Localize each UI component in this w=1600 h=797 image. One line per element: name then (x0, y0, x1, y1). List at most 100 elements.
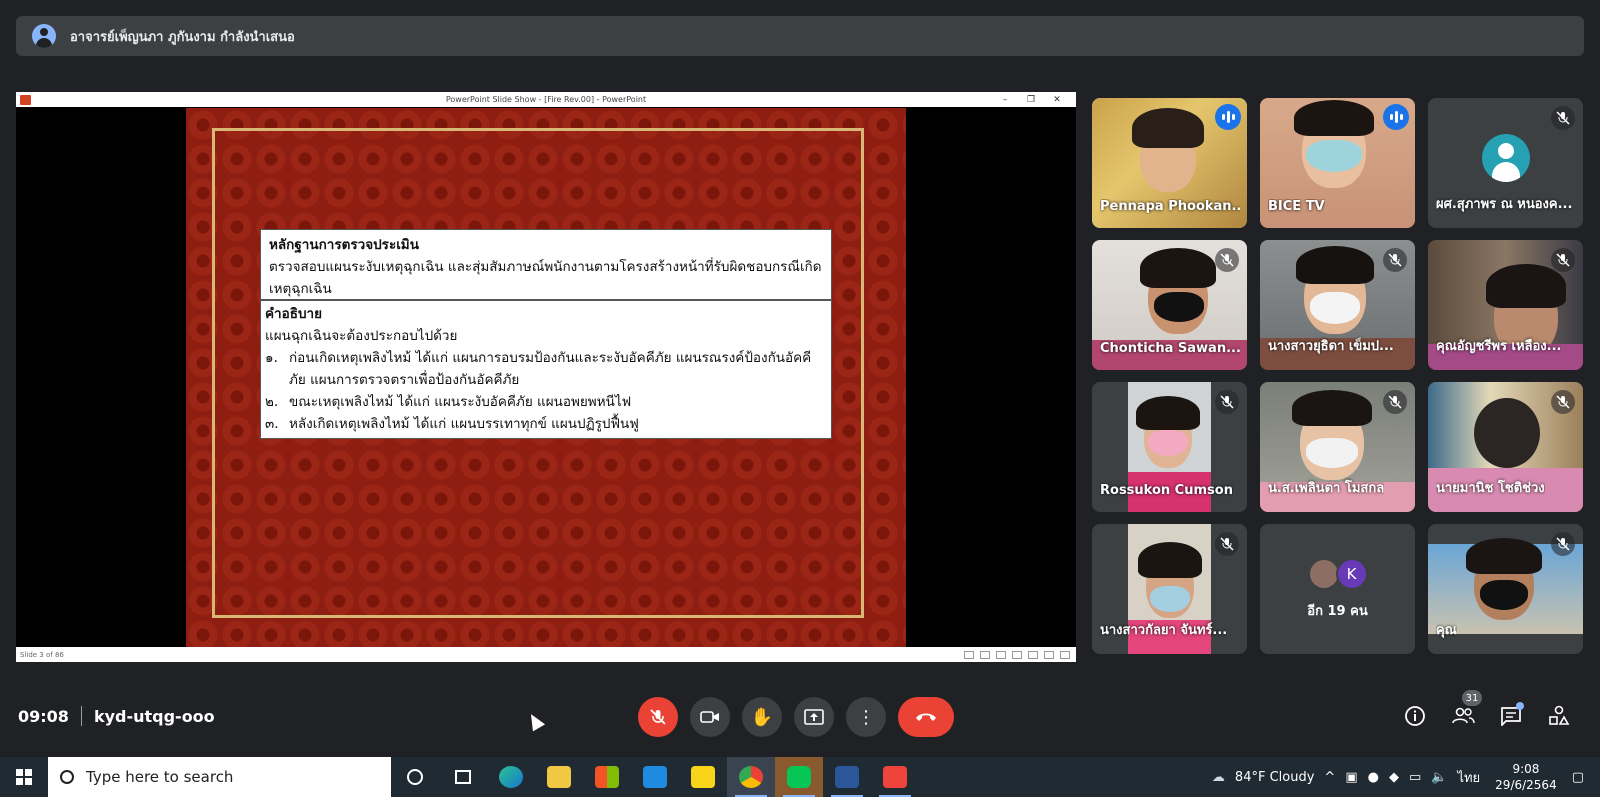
more-options-button[interactable]: ⋮ (846, 697, 886, 737)
mail-app[interactable] (631, 757, 679, 797)
participant-name: ผศ.สุภาพร ณ หนองค... (1436, 197, 1573, 212)
activities-icon (1549, 705, 1570, 725)
network-icon[interactable]: ▭ (1409, 770, 1421, 785)
chrome-app[interactable] (727, 757, 775, 797)
camera-toggle-button[interactable] (690, 697, 730, 737)
tray-app-icon[interactable]: ▣ (1345, 770, 1357, 785)
people-count-badge: 31 (1462, 690, 1482, 706)
people-button[interactable] (1449, 702, 1477, 730)
slide-text-explanation: แผนฉุกเฉินจะต้องประกอบไปด้วย (265, 328, 458, 344)
ppt-status-bar: Slide 3 of 86 (16, 647, 1076, 662)
minimize-icon[interactable]: – (992, 95, 1018, 105)
divider (80, 706, 82, 726)
taskbar-search-box[interactable]: Type here to search (48, 757, 391, 797)
folder-icon (547, 766, 571, 788)
normal-view-icon[interactable] (1012, 650, 1022, 659)
task-view-button[interactable] (439, 757, 487, 797)
search-placeholder: Type here to search (86, 768, 234, 786)
activities-button[interactable] (1545, 702, 1573, 730)
word-app[interactable] (823, 757, 871, 797)
language-indicator[interactable]: ไทย (1457, 767, 1480, 788)
speaking-indicator-icon (1215, 104, 1241, 130)
raise-hand-button[interactable]: ✋ (742, 697, 782, 737)
sticky-notes-app[interactable] (679, 757, 727, 797)
hangup-icon (916, 713, 936, 721)
meeting-info: 09:08 kyd-utqg-ooo (18, 706, 215, 726)
participant-tile[interactable]: Rossukon Cumson (1092, 382, 1247, 512)
participant-tile[interactable]: Chonticha Sawan... (1092, 240, 1247, 370)
windows-logo-icon (16, 769, 32, 785)
mic-off-icon (650, 709, 666, 725)
participant-name: คุณ (1436, 623, 1457, 638)
participant-tile[interactable]: Pennapa Phookan... (1092, 98, 1247, 228)
person-icon (32, 24, 56, 48)
participant-tile[interactable]: นายมานิช โชติช่วง (1428, 382, 1583, 512)
store-app[interactable] (583, 757, 631, 797)
participant-tile[interactable]: นางสาวยุธิดา เข็มป... (1260, 240, 1415, 370)
volume-icon[interactable]: 🔈 (1431, 770, 1447, 785)
mic-off-icon (1551, 390, 1575, 414)
meeting-details-button[interactable] (1401, 702, 1429, 730)
slide-list-item: ๒. ขณะเหตุเพลิงไหม้ ได้แก่ แผนระงับอัคคีภ… (265, 394, 632, 410)
menu-icon[interactable] (980, 650, 990, 659)
search-icon (60, 770, 74, 784)
slide-text-evidence: ตรวจสอบแผนระงับเหตุฉุกเฉิน และสุ่มสัมภาษ… (269, 259, 822, 297)
more-participants-label: อีก 19 คน (1307, 604, 1368, 619)
participant-tile[interactable]: คุณ (1428, 524, 1583, 654)
slide-heading-explanation: คำอธิบาย (265, 306, 323, 322)
reading-view-icon[interactable] (1044, 650, 1054, 659)
weather-text[interactable]: 84°F Cloudy (1235, 770, 1314, 785)
slide-heading-evidence: หลักฐานการตรวจประเมิน (269, 237, 419, 253)
hand-icon: ✋ (750, 706, 774, 728)
more-participants-tile[interactable]: K อีก 19 คน (1260, 524, 1415, 654)
close-icon[interactable]: ✕ (1044, 95, 1070, 105)
info-icon (1405, 706, 1425, 726)
cortana-button[interactable] (391, 757, 439, 797)
microphone-icon[interactable]: ● (1368, 770, 1379, 785)
participant-name: น.ส.เพลินตา โมสกล (1268, 481, 1385, 496)
line-app[interactable] (775, 757, 823, 797)
participant-tile[interactable]: BICE TV (1260, 98, 1415, 228)
participant-tile[interactable]: นางสาวกัลยา จันทร์... (1092, 524, 1247, 654)
notification-icon[interactable]: ▢ (1572, 770, 1584, 785)
file-explorer-app[interactable] (535, 757, 583, 797)
participant-name: Rossukon Cumson (1100, 483, 1233, 498)
cortana-icon (407, 769, 423, 785)
slide-content-table: หลักฐานการตรวจประเมิน ตรวจสอบแผนระงับเหต… (260, 229, 832, 439)
sorter-view-icon[interactable] (1028, 650, 1038, 659)
windows-taskbar: Type here to search ☁ 84°F Cloudy ^ ▣ ● … (0, 757, 1600, 797)
participant-name: นางสาวกัลยา จันทร์... (1100, 623, 1228, 638)
mic-toggle-button[interactable] (638, 697, 678, 737)
participant-name: นายมานิช โชติช่วง (1436, 481, 1545, 496)
mic-off-icon (1383, 390, 1407, 414)
slideshow-view-icon[interactable] (1060, 650, 1070, 659)
presenter-text: อาจารย์เพ็ญนภา ภูกันงาม กำลังนำเสนอ (70, 29, 295, 45)
ppt-window-title: PowerPoint Slide Show - [Fire Rev.00] - … (445, 95, 647, 104)
mouse-cursor-icon (524, 710, 546, 732)
participant-tile[interactable]: น.ส.เพลินตา โมสกล (1260, 382, 1415, 512)
chevron-up-icon[interactable]: ^ (1324, 770, 1335, 785)
store-icon (595, 766, 619, 788)
taskbar-clock[interactable]: 9:08 29/6/2564 (1495, 761, 1557, 793)
next-slide-icon[interactable] (996, 650, 1006, 659)
leave-call-button[interactable] (898, 697, 954, 737)
prev-slide-icon[interactable] (964, 650, 974, 659)
avatar (1481, 134, 1530, 182)
meeting-time: 09:08 (18, 706, 69, 726)
participant-name: Chonticha Sawan... (1100, 341, 1240, 356)
anydesk-app[interactable] (871, 757, 919, 797)
restore-icon[interactable]: ❐ (1018, 95, 1044, 105)
edge-app[interactable] (487, 757, 535, 797)
participant-tile[interactable]: ผศ.สุภาพร ณ หนองค... (1428, 98, 1583, 228)
task-view-icon (455, 770, 471, 784)
security-icon[interactable]: ◆ (1389, 770, 1399, 785)
presentation-window: PowerPoint Slide Show - [Fire Rev.00] - … (16, 92, 1076, 662)
speaking-indicator-icon (1383, 104, 1409, 130)
slide-counter: Slide 3 of 86 (20, 650, 64, 659)
present-now-button[interactable] (794, 697, 834, 737)
word-icon (835, 766, 859, 788)
mic-off-icon (1551, 532, 1575, 556)
participant-tile[interactable]: คุณอัญชรีพร เหลือง... (1428, 240, 1583, 370)
start-button[interactable] (0, 757, 48, 797)
people-icon (1452, 707, 1475, 724)
